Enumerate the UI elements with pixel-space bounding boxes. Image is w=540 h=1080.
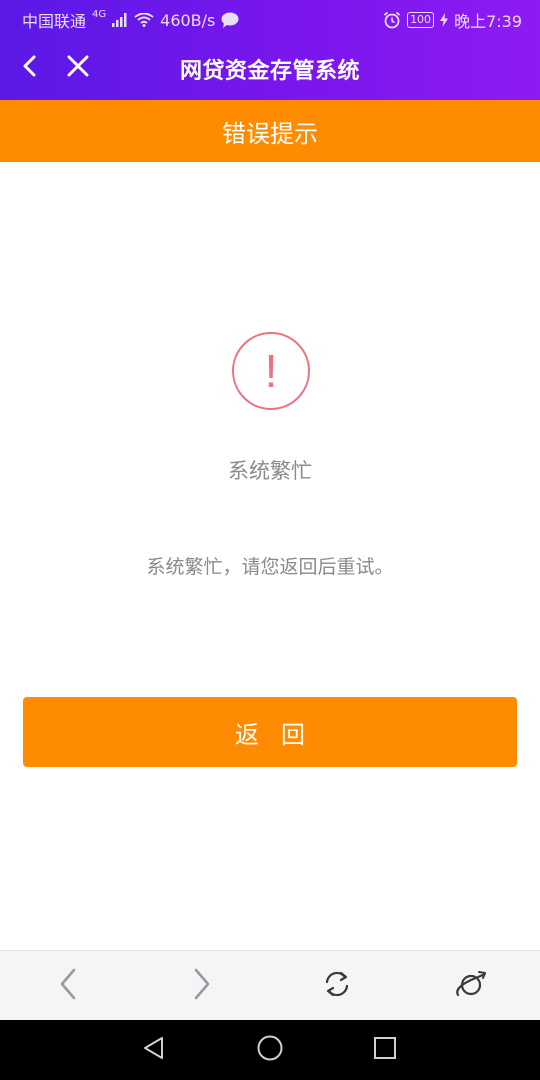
back-arrow-icon [58, 968, 78, 1004]
battery-icon: 100 [407, 12, 435, 28]
nav-recents-icon [372, 1035, 398, 1065]
status-time: 晚上7:39 [454, 12, 522, 31]
nav-home-icon [256, 1034, 284, 1066]
nav-back-icon [141, 1035, 167, 1065]
status-bar: 中国联通 4G 460B/s 100 晚上7:39 [0, 0, 540, 36]
planet-icon [455, 968, 487, 1004]
network-speed: 460B/s [160, 10, 216, 30]
error-title: 系统繁忙 [228, 459, 312, 483]
wifi-icon [134, 13, 154, 27]
network-badge: 4G [92, 8, 107, 20]
system-back-button[interactable] [138, 1034, 170, 1066]
return-button-label: 返回 [235, 720, 327, 749]
browser-refresh-button[interactable] [319, 968, 355, 1004]
return-button[interactable]: 返回 [23, 697, 517, 767]
browser-open-external-button[interactable] [453, 968, 489, 1004]
error-header: 错误提示 [0, 100, 540, 162]
alert-symbol: ! [265, 345, 278, 397]
battery-level: 100 [410, 13, 432, 26]
browser-back-button[interactable] [50, 968, 86, 1004]
refresh-icon [322, 969, 352, 1003]
alert-icon: ! [231, 331, 311, 411]
system-navigation-bar [0, 1020, 540, 1080]
system-recents-button[interactable] [369, 1034, 401, 1066]
app-header: 中国联通 4G 460B/s 100 晚上7:39 网贷资金存管系统 [0, 0, 540, 100]
error-message: 系统繁忙，请您返回后重试。 [146, 556, 394, 578]
browser-forward-button[interactable] [184, 968, 220, 1004]
nav-bar: 网贷资金存管系统 [0, 40, 540, 96]
alarm-icon [383, 11, 401, 29]
message-icon [221, 12, 239, 28]
page-title: 网贷资金存管系统 [179, 59, 360, 84]
signal-icon [112, 13, 128, 27]
charging-icon [440, 13, 449, 27]
forward-arrow-icon [192, 968, 212, 1004]
browser-toolbar [0, 950, 540, 1020]
carrier-name: 中国联通 [22, 12, 87, 31]
error-header-title: 错误提示 [222, 119, 318, 148]
system-home-button[interactable] [254, 1034, 286, 1066]
